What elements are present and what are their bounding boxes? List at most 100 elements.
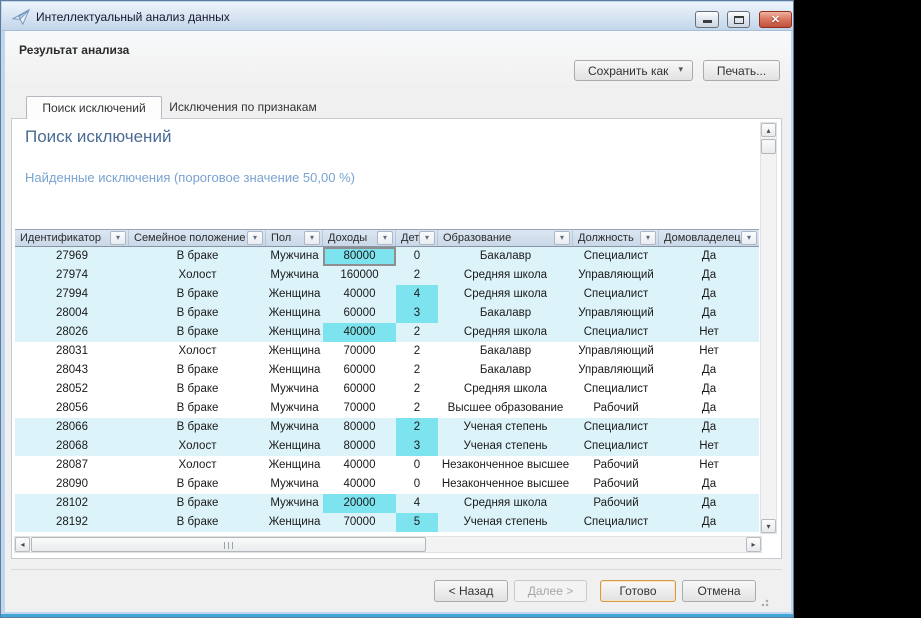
table-cell[interactable]: 28026 — [15, 323, 129, 342]
cancel-button[interactable]: Отмена — [682, 580, 756, 602]
table-cell[interactable]: В браке — [129, 285, 266, 304]
table-cell[interactable]: 28066 — [15, 418, 129, 437]
table-cell[interactable]: 70000 — [323, 513, 396, 532]
table-cell[interactable]: 28043 — [15, 361, 129, 380]
print-button[interactable]: Печать... — [703, 60, 780, 81]
table-cell[interactable]: 160000 — [323, 266, 396, 285]
column-header[interactable]: Дети▾ — [396, 230, 438, 246]
filter-dropdown-button[interactable]: ▾ — [554, 231, 570, 245]
table-row[interactable]: 27974ХолостМужчина1600002Средняя школаУп… — [15, 266, 759, 285]
table-cell[interactable]: 60000 — [323, 361, 396, 380]
horizontal-scrollbar-thumb[interactable] — [31, 537, 426, 552]
table-cell[interactable]: Специалист — [573, 437, 659, 456]
table-row[interactable]: 28192В бракеЖенщина700005Ученая степеньС… — [15, 513, 759, 532]
table-cell[interactable]: 5 — [396, 513, 438, 532]
table-cell[interactable]: Женщина — [266, 304, 323, 323]
table-cell[interactable]: 28056 — [15, 399, 129, 418]
scroll-right-button[interactable]: ▸ — [746, 537, 761, 552]
table-cell[interactable]: Нет — [659, 323, 759, 342]
table-cell[interactable]: В браке — [129, 475, 266, 494]
table-cell[interactable]: Холост — [129, 342, 266, 361]
filter-dropdown-button[interactable]: ▾ — [419, 231, 435, 245]
table-cell[interactable]: Бакалавр — [438, 247, 573, 266]
filter-dropdown-button[interactable]: ▾ — [377, 231, 393, 245]
tab-exceptions-by-attributes[interactable]: Исключения по признакам — [163, 96, 323, 119]
scroll-up-button[interactable]: ▴ — [761, 123, 776, 137]
table-cell[interactable]: 28090 — [15, 475, 129, 494]
table-cell[interactable]: Нет — [659, 437, 759, 456]
table-cell[interactable]: Средняя школа — [438, 323, 573, 342]
table-cell[interactable]: 40000 — [323, 456, 396, 475]
table-cell[interactable]: Средняя школа — [438, 285, 573, 304]
table-cell[interactable]: Высшее образование — [438, 399, 573, 418]
table-row[interactable]: 28102В бракеМужчина200004Средняя школаРа… — [15, 494, 759, 513]
resize-grip[interactable] — [757, 595, 769, 607]
column-header[interactable]: Семейное положение▾ — [129, 230, 266, 246]
table-cell[interactable]: Холост — [129, 437, 266, 456]
table-cell[interactable]: 28087 — [15, 456, 129, 475]
table-cell[interactable]: 70000 — [323, 342, 396, 361]
table-cell[interactable]: В браке — [129, 247, 266, 266]
table-cell[interactable]: 80000 — [323, 437, 396, 456]
table-cell[interactable]: В браке — [129, 399, 266, 418]
table-cell[interactable]: В браке — [129, 418, 266, 437]
table-cell[interactable]: Женщина — [266, 285, 323, 304]
table-cell[interactable]: 40000 — [323, 285, 396, 304]
table-cell[interactable]: 2 — [396, 342, 438, 361]
table-cell[interactable]: Да — [659, 399, 759, 418]
table-cell[interactable]: Да — [659, 361, 759, 380]
column-header[interactable]: Домовладелец▾ — [659, 230, 759, 246]
table-cell[interactable]: 80000 — [323, 247, 396, 266]
filter-dropdown-button[interactable]: ▾ — [247, 231, 263, 245]
table-cell[interactable]: Женщина — [266, 437, 323, 456]
table-cell[interactable]: В браке — [129, 361, 266, 380]
table-cell[interactable]: В браке — [129, 304, 266, 323]
table-cell[interactable]: 28102 — [15, 494, 129, 513]
table-cell[interactable]: Мужчина — [266, 418, 323, 437]
table-cell[interactable]: В браке — [129, 323, 266, 342]
table-cell[interactable]: Женщина — [266, 513, 323, 532]
column-header[interactable]: Пол▾ — [266, 230, 323, 246]
column-header[interactable]: Образование▾ — [438, 230, 573, 246]
table-row[interactable]: 28031ХолостЖенщина700002БакалаврУправляю… — [15, 342, 759, 361]
table-cell[interactable]: 20000 — [323, 494, 396, 513]
table-cell[interactable]: Мужчина — [266, 475, 323, 494]
table-cell[interactable]: Да — [659, 513, 759, 532]
table-cell[interactable]: В браке — [129, 380, 266, 399]
table-cell[interactable]: Управляющий — [573, 304, 659, 323]
table-cell[interactable]: Специалист — [573, 380, 659, 399]
table-cell[interactable]: 2 — [396, 380, 438, 399]
table-cell[interactable]: Женщина — [266, 456, 323, 475]
table-cell[interactable]: Ученая степень — [438, 418, 573, 437]
table-row[interactable]: 28026В бракеЖенщина400002Средняя школаСп… — [15, 323, 759, 342]
finish-button[interactable]: Готово — [600, 580, 676, 602]
table-cell[interactable]: 0 — [396, 456, 438, 475]
table-cell[interactable]: 4 — [396, 494, 438, 513]
table-row[interactable]: 27994В бракеЖенщина400004Средняя школаСп… — [15, 285, 759, 304]
table-cell[interactable]: 60000 — [323, 304, 396, 323]
table-cell[interactable]: Да — [659, 380, 759, 399]
table-cell[interactable]: Нет — [659, 456, 759, 475]
table-row[interactable]: 28043В бракеЖенщина600002БакалаврУправля… — [15, 361, 759, 380]
table-cell[interactable]: Да — [659, 494, 759, 513]
column-header[interactable]: Доходы▾ — [323, 230, 396, 246]
table-cell[interactable]: 2 — [396, 323, 438, 342]
table-cell[interactable]: Мужчина — [266, 494, 323, 513]
table-cell[interactable]: Незаконченное высшее — [438, 475, 573, 494]
table-cell[interactable]: Специалист — [573, 513, 659, 532]
table-row[interactable]: 28087ХолостЖенщина400000Незаконченное вы… — [15, 456, 759, 475]
table-cell[interactable]: 4 — [396, 285, 438, 304]
horizontal-scrollbar[interactable]: ◂ ▸ — [14, 536, 762, 553]
table-row[interactable]: 27969В бракеМужчина800000БакалаврСпециал… — [15, 247, 759, 266]
table-cell[interactable]: В браке — [129, 513, 266, 532]
table-row[interactable]: 28066В бракеМужчина800002Ученая степеньС… — [15, 418, 759, 437]
table-cell[interactable]: 28031 — [15, 342, 129, 361]
table-cell[interactable]: Средняя школа — [438, 266, 573, 285]
table-cell[interactable]: Мужчина — [266, 399, 323, 418]
table-cell[interactable]: В браке — [129, 494, 266, 513]
table-row[interactable]: 28004В бракеЖенщина600003БакалаврУправля… — [15, 304, 759, 323]
table-cell[interactable]: Бакалавр — [438, 342, 573, 361]
titlebar[interactable]: Интеллектуальный анализ данных ✕ — [2, 2, 793, 31]
table-cell[interactable]: 0 — [396, 475, 438, 494]
table-cell[interactable]: 2 — [396, 399, 438, 418]
